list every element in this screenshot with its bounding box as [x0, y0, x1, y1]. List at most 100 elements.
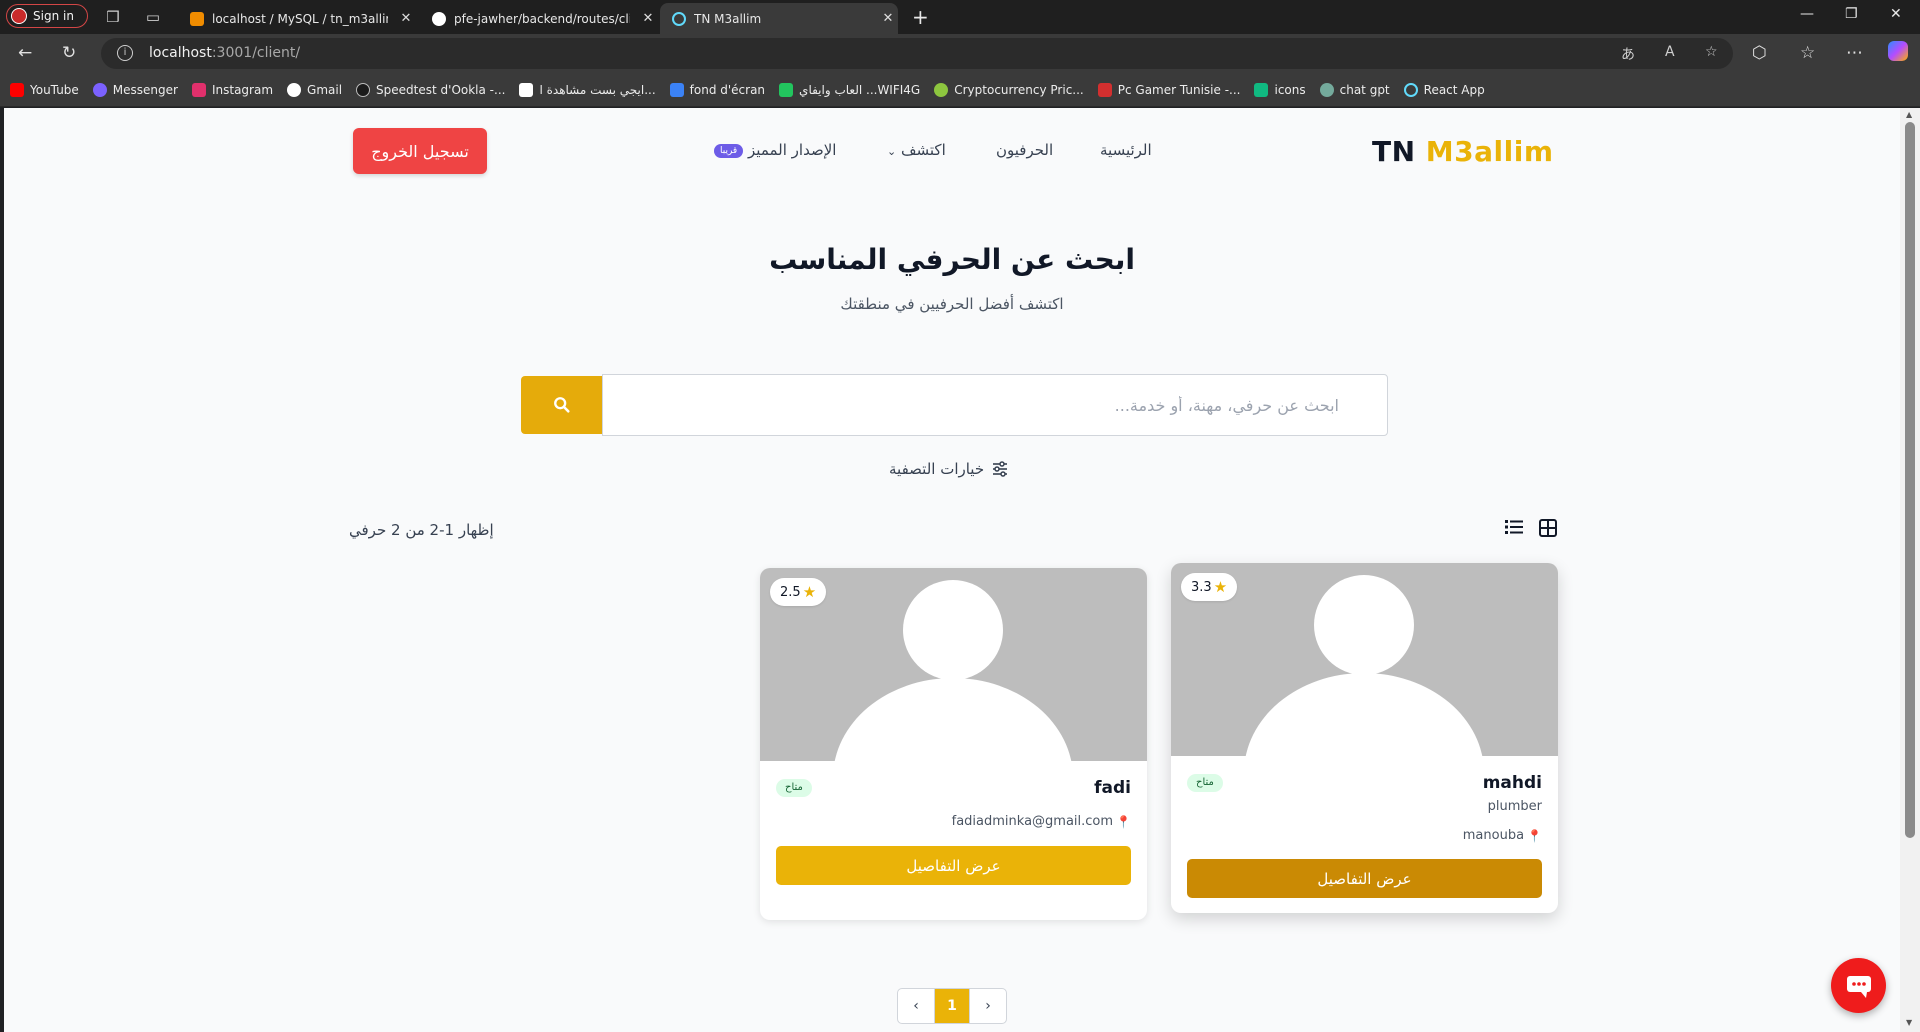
site-info-icon[interactable]: i [117, 45, 133, 61]
availability-badge: متاح [776, 779, 812, 797]
search-button[interactable] [521, 376, 602, 434]
page-viewport: TN M3allim الرئيسية الحرفيون ⌄ اكتشف قري… [4, 108, 1900, 1032]
tab-tn-m3allim[interactable]: TN M3allim ✕ [660, 3, 898, 34]
nav-artisans[interactable]: الحرفيون [996, 141, 1053, 159]
speedtest-icon [356, 83, 371, 97]
chevron-down-icon: ⌄ [887, 145, 897, 158]
close-tab-icon[interactable]: ✕ [638, 11, 658, 26]
messenger-icon [92, 83, 107, 97]
tab-phpmyadmin[interactable]: localhost / MySQL / tn_m3allim / ✕ [178, 3, 416, 34]
more-options-icon[interactable]: ⋯ [1846, 43, 1863, 63]
address-bar[interactable]: i localhost:3001/client/ あ A ☆ [101, 38, 1733, 69]
page-scrollbar[interactable]: ▲ ▼ [1900, 108, 1920, 1032]
bookmark-messenger[interactable]: Messenger [92, 83, 178, 97]
bookmark-chatgpt[interactable]: chat gpt [1319, 83, 1390, 97]
bookmark-icons[interactable]: icons [1254, 83, 1306, 97]
artisan-card[interactable]: 3.3 ★ mahdi متاح plumber manouba 📍 عرض ا… [1171, 563, 1558, 913]
close-window-icon[interactable]: ✕ [1890, 6, 1902, 22]
bookmark-react-app[interactable]: React App [1403, 83, 1485, 97]
search-input[interactable] [602, 374, 1388, 436]
view-details-button[interactable]: عرض التفاصيل [1187, 859, 1542, 898]
url-text[interactable]: localhost:3001/client/ [149, 45, 300, 61]
chevron-left-icon: ‹ [913, 998, 919, 1014]
google-icon [287, 83, 302, 97]
workspaces-icon[interactable]: ❒ [104, 8, 122, 26]
bookmark-speedtest[interactable]: Speedtest d'Ookla -... [356, 83, 505, 97]
filter-options-toggle[interactable]: خيارات التصفية [889, 460, 1008, 478]
filter-options-label: خيارات التصفية [889, 460, 985, 478]
next-page-button[interactable]: › [970, 989, 1006, 1023]
bookmark-gmail[interactable]: Gmail [287, 83, 342, 97]
address-toolbar: ← ↻ i localhost:3001/client/ あ A ☆ ⬡ ☆ ⋯ [0, 34, 1920, 74]
sign-in-button[interactable]: Sign in [6, 4, 88, 28]
rating-badge: 2.5 ★ [770, 578, 827, 606]
favorite-star-icon[interactable]: ☆ [1705, 44, 1718, 60]
new-tab-icon[interactable]: + [912, 5, 929, 29]
reload-icon[interactable]: ↻ [62, 43, 76, 63]
location-pin-icon: 📍 [1527, 828, 1542, 843]
availability-badge: متاح [1187, 774, 1223, 792]
page-number-button[interactable]: 1 [934, 989, 970, 1023]
restore-icon[interactable]: ❐ [1845, 6, 1858, 22]
phpmyadmin-favicon-icon [190, 11, 204, 26]
nav-discover-label: اكتشف [901, 141, 946, 159]
close-tab-icon[interactable]: ✕ [878, 11, 898, 26]
sliders-icon [993, 461, 1008, 477]
youtube-icon [10, 83, 24, 97]
artisan-location: manouba 📍 [1462, 828, 1542, 843]
minimize-icon[interactable]: — [1800, 6, 1814, 22]
nav-home[interactable]: الرئيسية [1100, 141, 1152, 159]
close-tab-icon[interactable]: ✕ [396, 11, 416, 26]
artisan-profession: plumber [1487, 799, 1542, 814]
logout-button[interactable]: تسجيل الخروج [353, 128, 487, 174]
instagram-icon [191, 83, 206, 97]
bookmark-pc-gamer[interactable]: Pc Gamer Tunisie -... [1097, 83, 1240, 97]
coming-soon-badge: قريبا [714, 144, 744, 158]
react-favicon-icon [672, 11, 686, 26]
view-details-button[interactable]: عرض التفاصيل [776, 846, 1131, 885]
tab-title: TN M3allim [694, 11, 762, 26]
icons-site-icon [1254, 83, 1269, 97]
browser-tab-bar: Sign in ❒ ▭ localhost / MySQL / tn_m3all… [0, 0, 1920, 34]
chat-button[interactable] [1831, 958, 1886, 1013]
nav-premium[interactable]: قريبا الإصدار المميز [710, 141, 836, 159]
artisan-name: fadi [1094, 778, 1131, 798]
scroll-up-icon[interactable]: ▲ [1906, 110, 1912, 119]
search-icon [553, 397, 570, 413]
favorites-icon[interactable]: ☆ [1800, 43, 1815, 63]
nav-premium-label: الإصدار المميز [748, 141, 837, 159]
page-title: ابحث عن الحرفي المناسب [769, 243, 1135, 276]
bookmark-egybest[interactable]: ايجي بست مشاهدة ا... [519, 83, 656, 97]
prev-page-button[interactable]: ‹ [898, 989, 934, 1023]
bookmark-crypto[interactable]: Cryptocurrency Pric... [934, 83, 1084, 97]
results-count: إظهار 1-2 من 2 حرفي [349, 521, 494, 539]
tab-title: localhost / MySQL / tn_m3allim / [212, 11, 388, 26]
crypto-icon [934, 83, 949, 97]
site-logo[interactable]: TN M3allim [1372, 135, 1554, 168]
back-icon[interactable]: ← [18, 43, 32, 63]
bookmark-wallpaper[interactable]: fond d'écran [669, 83, 765, 97]
scrollbar-thumb[interactable] [1905, 122, 1915, 838]
tab-title: pfe-jawher/backend/routes/client [454, 11, 630, 26]
react-icon [1403, 83, 1418, 97]
chevron-right-icon: › [985, 998, 991, 1014]
bookmark-youtube[interactable]: YouTube [10, 83, 79, 97]
scroll-down-icon[interactable]: ▼ [1906, 1018, 1912, 1027]
bookmarks-bar: YouTube Messenger Instagram Gmail Speedt… [0, 74, 1920, 107]
nav-discover[interactable]: ⌄ اكتشف [887, 141, 946, 159]
grid-view-icon[interactable] [1539, 519, 1557, 541]
read-aloud-icon[interactable]: A [1665, 44, 1675, 60]
copilot-icon[interactable] [1888, 41, 1908, 61]
bookmark-instagram[interactable]: Instagram [191, 83, 273, 97]
bookmark-wifi-games[interactable]: العاب وايفاي ...WIFI4G [779, 83, 920, 97]
list-view-icon[interactable] [1505, 519, 1523, 539]
artisan-name: mahdi [1482, 773, 1542, 793]
tab-github[interactable]: pfe-jawher/backend/routes/client ✕ [420, 3, 658, 34]
tab-actions-icon[interactable]: ▭ [144, 8, 162, 26]
pc-gamer-icon [1097, 83, 1112, 97]
artisan-card[interactable]: 2.5 ★ fadi متاح fadiadminka@gmail.com 📍 … [760, 568, 1147, 920]
extensions-icon[interactable]: ⬡ [1752, 43, 1767, 63]
translate-icon[interactable]: あ [1621, 44, 1635, 64]
star-icon: ★ [802, 583, 817, 601]
rating-badge: 3.3 ★ [1181, 573, 1238, 601]
